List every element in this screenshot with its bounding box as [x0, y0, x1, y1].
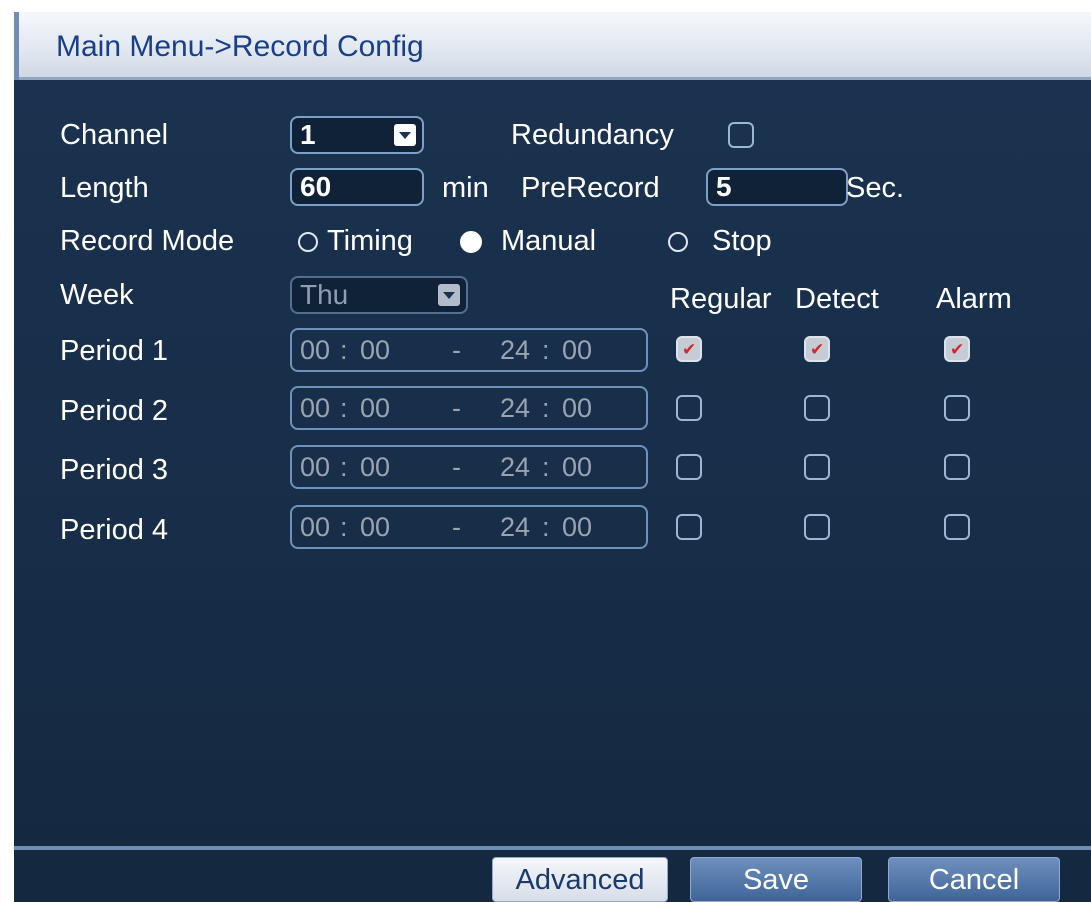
- period-4-time-range[interactable]: 00 : 00 - 24 : 00: [290, 505, 648, 549]
- period-4-end-sep: :: [542, 512, 550, 542]
- period-3-alarm-checkbox[interactable]: [944, 454, 970, 480]
- period-1-detect-checkbox[interactable]: ✔: [804, 336, 830, 362]
- period-2-start-hour[interactable]: 00: [300, 393, 330, 424]
- period-3-start-minute[interactable]: 00: [360, 452, 390, 483]
- period-1-start-minute[interactable]: 00: [360, 335, 390, 366]
- period-2-alarm-checkbox[interactable]: [944, 395, 970, 421]
- period-2-label: Period 2: [60, 395, 169, 427]
- period-1-end-hour[interactable]: 24: [500, 335, 530, 366]
- length-label: Length: [60, 172, 149, 204]
- column-header-detect: Detect: [795, 283, 879, 315]
- title-bar: Main Menu->Record Config: [14, 12, 1091, 80]
- redundancy-label: Redundancy: [511, 119, 674, 151]
- prerecord-input[interactable]: 5: [706, 168, 848, 206]
- prerecord-value: 5: [716, 171, 732, 202]
- period-1-regular-checkbox[interactable]: ✔: [676, 336, 702, 362]
- period-1-label: Period 1: [60, 335, 169, 367]
- period-4-end-minute[interactable]: 00: [562, 512, 592, 543]
- length-value: 60: [300, 171, 332, 202]
- period-1-alarm-checkbox[interactable]: ✔: [944, 336, 970, 362]
- period-2-regular-checkbox[interactable]: [676, 395, 702, 421]
- checkmark-icon: ✔: [950, 340, 965, 359]
- window-title: Main Menu->Record Config: [56, 30, 424, 63]
- period-3-end-hour[interactable]: 24: [500, 452, 530, 483]
- week-select[interactable]: Thu: [290, 276, 468, 314]
- period-4-start-hour[interactable]: 00: [300, 512, 330, 543]
- period-3-start-sep: :: [340, 452, 348, 482]
- period-4-regular-checkbox[interactable]: [676, 514, 702, 540]
- footer-divider: [14, 846, 1091, 850]
- period-1-end-sep: :: [542, 335, 550, 365]
- checkmark-icon: ✔: [810, 340, 825, 359]
- period-1-range-sep: -: [452, 335, 461, 365]
- period-4-start-minute[interactable]: 00: [360, 512, 390, 543]
- period-3-end-sep: :: [542, 452, 550, 482]
- period-3-label: Period 3: [60, 454, 169, 486]
- checkmark-icon: ✔: [682, 340, 697, 359]
- period-1-start-hour[interactable]: 00: [300, 335, 330, 366]
- period-3-start-hour[interactable]: 00: [300, 452, 330, 483]
- period-3-regular-checkbox[interactable]: [676, 454, 702, 480]
- period-3-detect-checkbox[interactable]: [804, 454, 830, 480]
- period-2-end-minute[interactable]: 00: [562, 393, 592, 424]
- record-mode-label: Record Mode: [60, 225, 235, 257]
- column-header-regular: Regular: [670, 283, 772, 315]
- timing-radio[interactable]: [298, 232, 318, 252]
- save-button[interactable]: Save: [690, 857, 862, 902]
- channel-value: 1: [300, 119, 316, 150]
- period-2-time-range[interactable]: 00 : 00 - 24 : 00: [290, 386, 648, 430]
- record-config-window: Main Menu->Record Config Channel 1 Redun…: [14, 12, 1091, 902]
- stop-label[interactable]: Stop: [712, 224, 772, 258]
- period-3-range-sep: -: [452, 452, 461, 482]
- period-3-time-range[interactable]: 00 : 00 - 24 : 00: [290, 445, 648, 489]
- timing-label[interactable]: Timing: [327, 224, 413, 258]
- period-2-end-hour[interactable]: 24: [500, 393, 530, 424]
- week-value: Thu: [300, 279, 349, 310]
- column-header-alarm: Alarm: [936, 283, 1012, 315]
- period-1-end-minute[interactable]: 00: [562, 335, 592, 366]
- period-3-end-minute[interactable]: 00: [562, 452, 592, 483]
- period-4-range-sep: -: [452, 512, 461, 542]
- advanced-button[interactable]: Advanced: [492, 857, 668, 902]
- manual-radio[interactable]: [460, 231, 482, 253]
- title-accent: [14, 12, 19, 80]
- period-1-time-range[interactable]: 00 : 00 - 24 : 00: [290, 328, 648, 372]
- chevron-down-icon[interactable]: [394, 124, 416, 146]
- week-label: Week: [60, 279, 134, 311]
- period-2-start-sep: :: [340, 393, 348, 423]
- length-input[interactable]: 60: [290, 168, 424, 206]
- cancel-button[interactable]: Cancel: [888, 857, 1060, 902]
- period-2-start-minute[interactable]: 00: [360, 393, 390, 424]
- period-4-detect-checkbox[interactable]: [804, 514, 830, 540]
- period-4-alarm-checkbox[interactable]: [944, 514, 970, 540]
- channel-label: Channel: [60, 119, 169, 151]
- manual-label[interactable]: Manual: [501, 224, 596, 258]
- stop-radio[interactable]: [668, 232, 688, 252]
- redundancy-checkbox[interactable]: [728, 122, 754, 148]
- chevron-down-icon[interactable]: [438, 284, 460, 306]
- period-4-start-sep: :: [340, 512, 348, 542]
- period-1-start-sep: :: [340, 335, 348, 365]
- period-2-end-sep: :: [542, 393, 550, 423]
- prerecord-unit: Sec.: [846, 172, 905, 204]
- length-unit: min: [442, 172, 489, 204]
- prerecord-label: PreRecord: [521, 172, 660, 204]
- period-2-range-sep: -: [452, 393, 461, 423]
- period-2-detect-checkbox[interactable]: [804, 395, 830, 421]
- channel-select[interactable]: 1: [290, 116, 424, 154]
- period-4-end-hour[interactable]: 24: [500, 512, 530, 543]
- period-4-label: Period 4: [60, 514, 169, 546]
